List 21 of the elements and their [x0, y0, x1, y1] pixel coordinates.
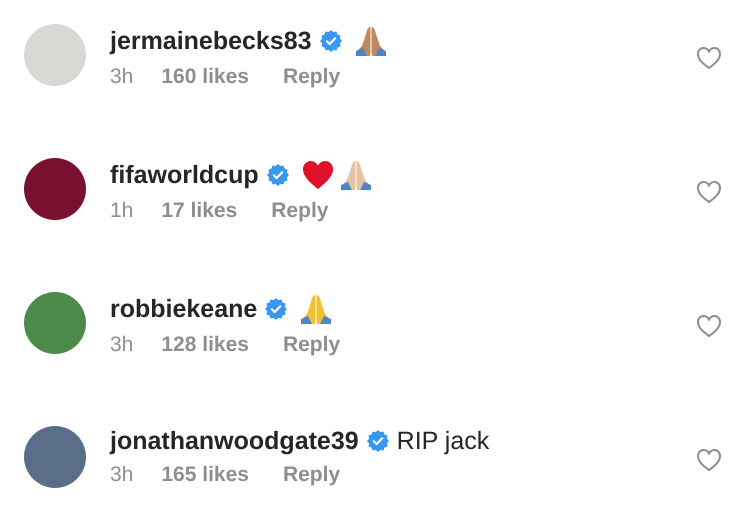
likes-count[interactable]: 165 likes — [161, 462, 249, 488]
comment-text: RIP jack — [396, 426, 490, 456]
like-heart-icon[interactable] — [696, 448, 722, 472]
username-link[interactable]: robbiekeane — [110, 294, 258, 324]
comment-time: 3h — [110, 462, 134, 488]
comment-time: 3h — [110, 64, 134, 90]
like-heart-icon[interactable] — [696, 180, 722, 204]
likes-count[interactable]: 160 likes — [161, 64, 249, 90]
likes-count[interactable]: 128 likes — [161, 332, 249, 358]
likes-count[interactable]: 17 likes — [161, 198, 238, 224]
comment-time: 3h — [110, 332, 134, 358]
username-link[interactable]: fifaworldcup — [110, 160, 259, 190]
comment-time: 1h — [110, 198, 134, 224]
reply-button[interactable]: Reply — [282, 332, 340, 358]
like-heart-icon[interactable] — [696, 314, 722, 338]
reply-button[interactable]: Reply — [271, 198, 328, 224]
username-link[interactable]: jermainebecks83 — [110, 26, 312, 56]
reply-button[interactable]: Reply — [282, 462, 340, 488]
reply-button[interactable]: Reply — [282, 64, 340, 90]
like-heart-icon[interactable] — [696, 46, 722, 70]
username-link[interactable]: jonathanwoodgate39 — [110, 426, 359, 456]
